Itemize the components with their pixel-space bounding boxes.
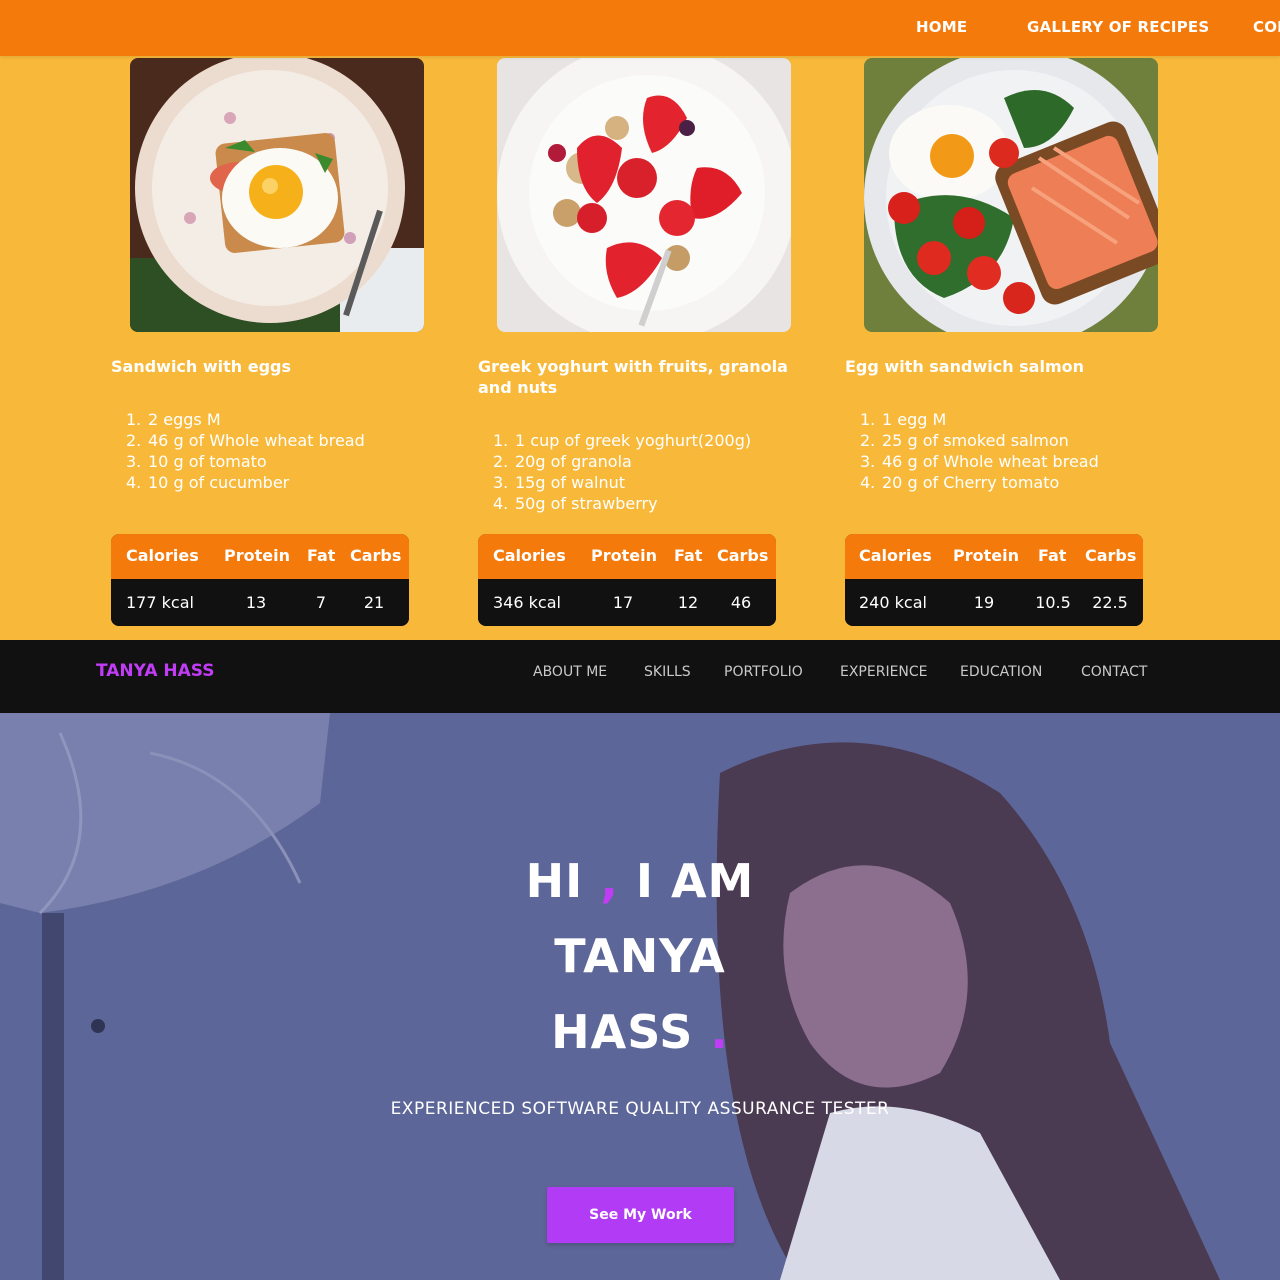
- nutrition-header-row: Calories Protein Fat Carbs: [111, 534, 409, 579]
- nutrition-value-row: 240 kcal 19 10.5 22.5: [845, 579, 1143, 626]
- calories-header: Calories: [493, 546, 566, 565]
- ingredient-item: 1. 2 eggs M: [126, 410, 221, 429]
- ingredient-item: 3. 10 g of tomato: [126, 452, 267, 471]
- ingredient-item: 1. 1 cup of greek yoghurt(200g): [493, 431, 752, 450]
- nav-portfolio[interactable]: PORTFOLIO: [724, 664, 803, 680]
- fat-value: 10.5: [1035, 593, 1071, 612]
- nutrition-table: Calories Protein Fat Carbs 177 kcal 13 7…: [111, 534, 409, 626]
- protein-header: Protein: [224, 546, 290, 565]
- ingredient-item: 2. 25 g of smoked salmon: [860, 431, 1069, 450]
- recipe-card: Sandwich with eggs 1. 2 eggs M 2. 46 g of …: [111, 58, 441, 628]
- recipe-title: Sandwich with eggs: [111, 357, 292, 376]
- hero-subtitle: EXPERIENCED SOFTWARE QUALITY ASSURANCE T…: [390, 1099, 890, 1119]
- ingredient-item: 4. 20 g of Cherry tomato: [860, 473, 1060, 492]
- fat-header: Fat: [307, 546, 336, 565]
- protein-value: 13: [245, 593, 267, 612]
- nutrition-header-row: Calories Protein Fat Carbs: [845, 534, 1143, 579]
- nav-education[interactable]: EDUCATION: [960, 664, 1042, 680]
- protein-header: Protein: [591, 546, 657, 565]
- calories-value: 240 kcal: [859, 593, 927, 612]
- recipe-card: Egg with sandwich salmon 1. 1 egg M 2. 25 …: [845, 58, 1175, 628]
- egg-salmon-sandwich-photo: [864, 58, 1158, 332]
- carbs-value: 21: [363, 593, 385, 612]
- recipe-title: Egg with sandwich salmon: [845, 357, 1085, 376]
- protein-value: 19: [973, 593, 995, 612]
- hero-section: HI , I AM TANYA HASS . EXPERIENCED SOFTW…: [0, 713, 1280, 1280]
- ingredient-list: 1. 2 eggs M 2. 46 g of Whole wheat bread 3…: [126, 409, 365, 493]
- nutrition-table: Calories Protein Fat Carbs 346 kcal 17 1…: [478, 534, 776, 626]
- carbs-value: 46: [730, 593, 752, 612]
- recipe-title: Greek yoghurt with fruits, granola and n…: [478, 357, 788, 397]
- accent-dot: .: [710, 1005, 729, 1059]
- nav-contact-link[interactable]: CON: [1253, 18, 1280, 36]
- site-logo[interactable]: TANYA HASS: [96, 661, 215, 681]
- nav-gallery-link[interactable]: GALLERY OF RECIPES: [1027, 18, 1209, 36]
- ingredient-item: 1. 1 egg M: [860, 410, 947, 429]
- greek-yoghurt-strawberry-photo: [497, 58, 791, 332]
- portfolio-nav: TANYA HASS ABOUT ME SKILLS PORTFOLIO EXP…: [0, 640, 1280, 713]
- ingredient-item: 3. 46 g of Whole wheat bread: [860, 452, 1099, 471]
- protein-value: 17: [612, 593, 634, 612]
- recipe-top-nav: HOME GALLERY OF RECIPES CON: [0, 0, 1280, 56]
- nutrition-value-row: 346 kcal 17 12 46: [478, 579, 776, 626]
- fat-value: 7: [315, 593, 327, 612]
- nav-contact[interactable]: CONTACT: [1081, 664, 1147, 680]
- nutrition-header-row: Calories Protein Fat Carbs: [478, 534, 776, 579]
- recipe-card: Greek yoghurt with fruits, granola and n…: [478, 58, 808, 628]
- recipe-page: HOME GALLERY OF RECIPES CON: [0, 0, 1280, 640]
- hero-heading-line3: HASS .: [551, 1005, 729, 1059]
- nutrition-table: Calories Protein Fat Carbs 240 kcal 19 1…: [845, 534, 1143, 626]
- ingredient-list: 1. 1 cup of greek yoghurt(200g) 2. 20g of …: [493, 430, 751, 514]
- fried-egg-sandwich-photo: [130, 58, 424, 332]
- nutrition-value-row: 177 kcal 13 7 21: [111, 579, 409, 626]
- accent-comma: ,: [600, 854, 619, 908]
- carbs-header: Carbs: [350, 546, 402, 565]
- carbs-header: Carbs: [1085, 546, 1137, 565]
- nav-experience[interactable]: EXPERIENCE: [840, 664, 928, 680]
- ingredient-list: 1. 1 egg M 2. 25 g of smoked salmon 3. 46 g…: [860, 409, 1099, 493]
- calories-header: Calories: [126, 546, 199, 565]
- calories-value: 346 kcal: [493, 593, 561, 612]
- see-my-work-button[interactable]: See My Work: [547, 1187, 734, 1243]
- ingredient-item: 3. 15g of walnut: [493, 473, 625, 492]
- ingredient-item: 4. 10 g of cucumber: [126, 473, 290, 492]
- hero-heading-line2: TANYA: [554, 929, 726, 983]
- ingredient-item: 2. 46 g of Whole wheat bread: [126, 431, 365, 450]
- calories-value: 177 kcal: [126, 593, 194, 612]
- fat-value: 12: [677, 593, 699, 612]
- protein-header: Protein: [953, 546, 1019, 565]
- calories-header: Calories: [859, 546, 932, 565]
- nav-home-link[interactable]: HOME: [916, 18, 967, 36]
- ingredient-item: 4. 50g of strawberry: [493, 494, 658, 513]
- carbs-header: Carbs: [717, 546, 769, 565]
- hero-heading-line1: HI , I AM: [525, 854, 755, 908]
- ingredient-item: 2. 20g of granola: [493, 452, 632, 471]
- fat-header: Fat: [674, 546, 703, 565]
- nav-about-me[interactable]: ABOUT ME: [533, 664, 607, 680]
- fat-header: Fat: [1038, 546, 1067, 565]
- carbs-value: 22.5: [1092, 593, 1128, 612]
- nav-skills[interactable]: SKILLS: [644, 664, 691, 680]
- portfolio-page: TANYA HASS ABOUT ME SKILLS PORTFOLIO EXP…: [0, 640, 1280, 1280]
